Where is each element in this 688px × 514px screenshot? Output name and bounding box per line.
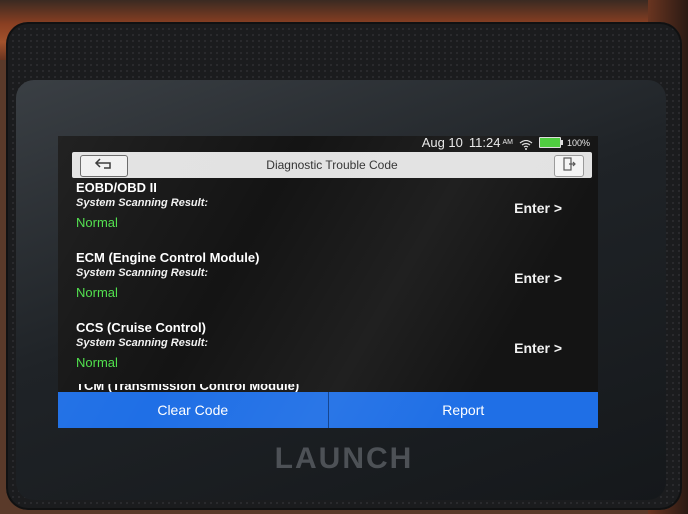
status-date: Aug 10: [421, 136, 463, 150]
status-group: Aug 10 11:24 AM 100%: [422, 136, 590, 150]
action-bar: Clear Code Report: [58, 392, 598, 428]
exit-icon: [562, 156, 576, 176]
enter-button[interactable]: Enter >: [514, 270, 562, 286]
system-name: TCM (Transmission Control Module): [76, 384, 300, 392]
battery-percent: 100%: [566, 137, 590, 148]
status-time: 11:24: [468, 136, 501, 150]
device-screen: Aug 10 11:24 AM 100% Diagnostic Trouble …: [58, 136, 598, 428]
system-name: EOBD/OBD II: [76, 180, 157, 195]
page-title: Diagnostic Trouble Code: [266, 158, 398, 172]
enter-button[interactable]: Enter >: [514, 340, 562, 356]
scan-status: Normal: [76, 355, 118, 370]
status-bar: Aug 10 11:24 AM 100%: [58, 136, 598, 152]
exit-button[interactable]: [554, 155, 584, 177]
list-item: CCS (Cruise Control) System Scanning Res…: [72, 320, 592, 390]
system-name: CCS (Cruise Control): [76, 320, 206, 335]
clear-code-button[interactable]: Clear Code: [58, 392, 329, 428]
system-list: EOBD/OBD II System Scanning Result: Norm…: [72, 180, 592, 390]
scan-status: Normal: [76, 285, 118, 300]
scan-result-label: System Scanning Result:: [76, 337, 209, 349]
scan-result-label: System Scanning Result:: [76, 197, 209, 209]
battery-icon: [538, 137, 563, 148]
list-item-partial[interactable]: TCM (Transmission Control Module): [72, 384, 592, 392]
status-ampm: AM: [502, 139, 513, 146]
system-name: ECM (Engine Control Module): [76, 250, 260, 265]
wifi-icon: [519, 138, 533, 150]
scan-status: Normal: [76, 215, 118, 230]
list-item: EOBD/OBD II System Scanning Result: Norm…: [72, 180, 592, 250]
report-button[interactable]: Report: [328, 392, 598, 428]
brand-logo: LAUNCH: [274, 442, 414, 475]
title-bar: Diagnostic Trouble Code: [72, 152, 592, 178]
enter-button[interactable]: Enter >: [514, 200, 562, 216]
scan-result-label: System Scanning Result:: [76, 267, 209, 279]
list-item: ECM (Engine Control Module) System Scann…: [72, 250, 592, 320]
